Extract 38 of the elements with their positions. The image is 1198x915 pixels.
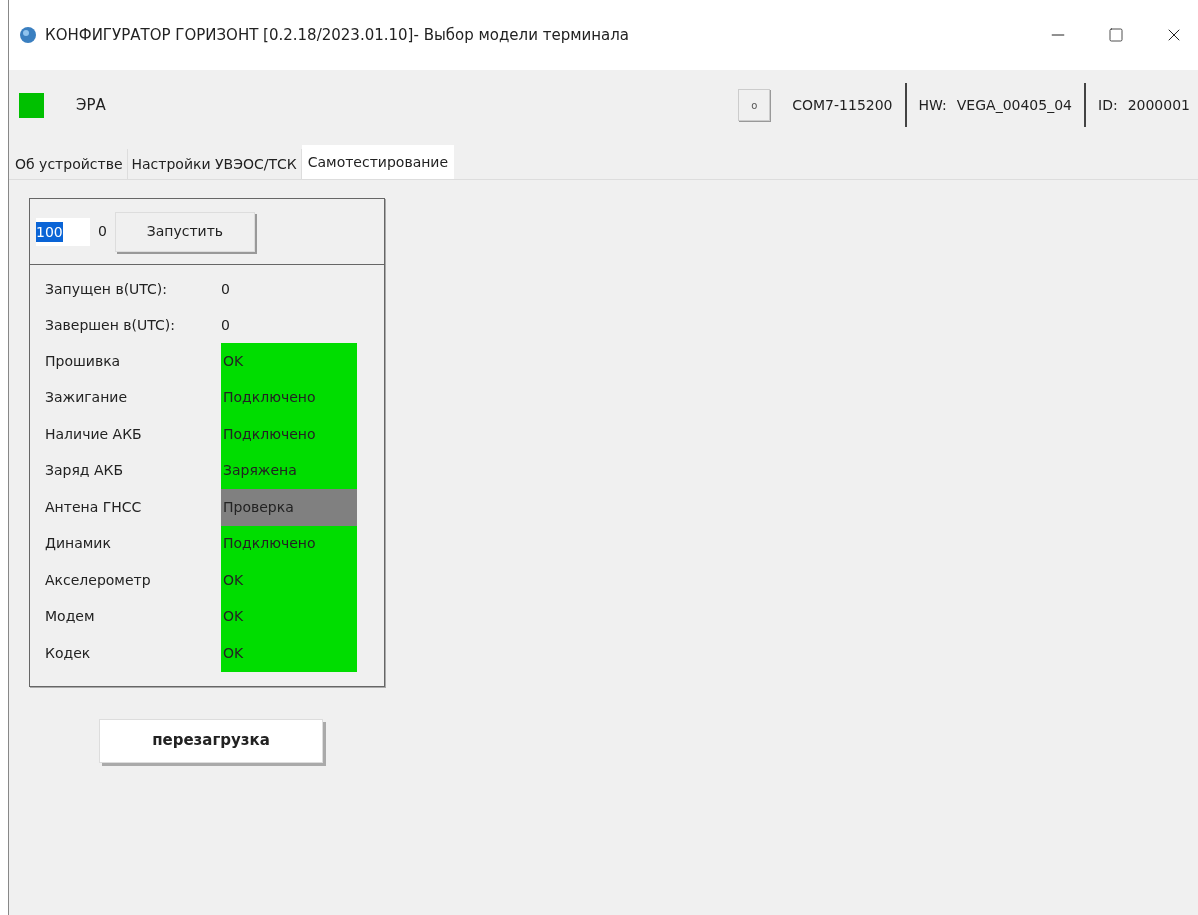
maximize-icon[interactable]: [1108, 27, 1124, 43]
check-name: Заряд АКБ: [45, 461, 125, 481]
check-name: Зажигание: [45, 388, 129, 408]
check-status: OK: [221, 635, 357, 672]
check-status: Подключено: [221, 379, 357, 416]
reboot-button[interactable]: перезагрузка: [99, 718, 323, 763]
finished-value: 0: [221, 315, 230, 335]
check-name: Наличие АКБ: [45, 424, 143, 444]
id-label: ID:: [1098, 95, 1118, 115]
check-status: OK: [221, 562, 357, 599]
id-value: 2000001: [1127, 95, 1190, 115]
check-name: Акселерометр: [45, 570, 152, 590]
port-label: COM7-115200: [792, 95, 893, 115]
app-icon: [19, 26, 37, 44]
connect-button[interactable]: o: [738, 89, 771, 121]
check-name: Прошивка: [45, 351, 122, 371]
hw-label: HW:: [918, 95, 947, 115]
check-status: OK: [221, 343, 357, 380]
check-status: Заряжена: [221, 452, 357, 489]
started-value: 0: [221, 279, 230, 299]
check-name: Модем: [45, 607, 96, 627]
window-title: КОНФИГУРАТОР ГОРИЗОНТ [0.2.18/2023.01.10]- Выбор модели терминала: [45, 24, 629, 46]
count-value: 100: [36, 221, 63, 242]
check-name: Динамик: [45, 534, 112, 554]
check-status: OK: [221, 598, 357, 635]
device-name: ЭРА: [76, 94, 106, 116]
check-name: Кодек: [45, 643, 92, 663]
check-status: Подключено: [221, 525, 357, 562]
check-status: Проверка: [221, 489, 357, 526]
check-name: Антена ГНСС: [45, 497, 143, 517]
tab[interactable]: Самотестирование: [301, 145, 455, 179]
check-status: Подключено: [221, 416, 357, 453]
count-suffix: 0: [98, 222, 107, 241]
finished-label: Завершен в(UTC):: [45, 315, 176, 335]
run-button[interactable]: Запустить: [114, 211, 255, 252]
started-label: Запущен в(UTC):: [45, 279, 169, 299]
count-field[interactable]: 100: [36, 217, 90, 246]
hw-value: VEGA_00405_04: [956, 95, 1072, 115]
